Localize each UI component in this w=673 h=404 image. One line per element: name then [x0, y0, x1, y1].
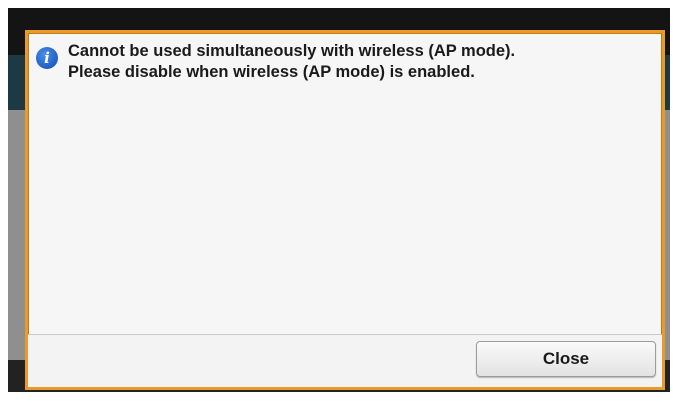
message-line-1: Cannot be used simultaneously with wirel…	[68, 42, 516, 60]
dialog-footer: Close	[28, 334, 662, 387]
dialog-message: i Cannot be used simultaneously with wir…	[36, 41, 654, 83]
close-button[interactable]: Close	[476, 341, 656, 377]
message-line-2: Please disable when wireless (AP mode) i…	[68, 63, 475, 81]
background-status-bar	[8, 8, 670, 30]
info-icon: i	[36, 47, 58, 69]
printer-panel-screen: i Cannot be used simultaneously with wir…	[0, 0, 673, 404]
info-dialog: i Cannot be used simultaneously with wir…	[25, 30, 665, 390]
message-text: Cannot be used simultaneously with wirel…	[68, 41, 515, 83]
